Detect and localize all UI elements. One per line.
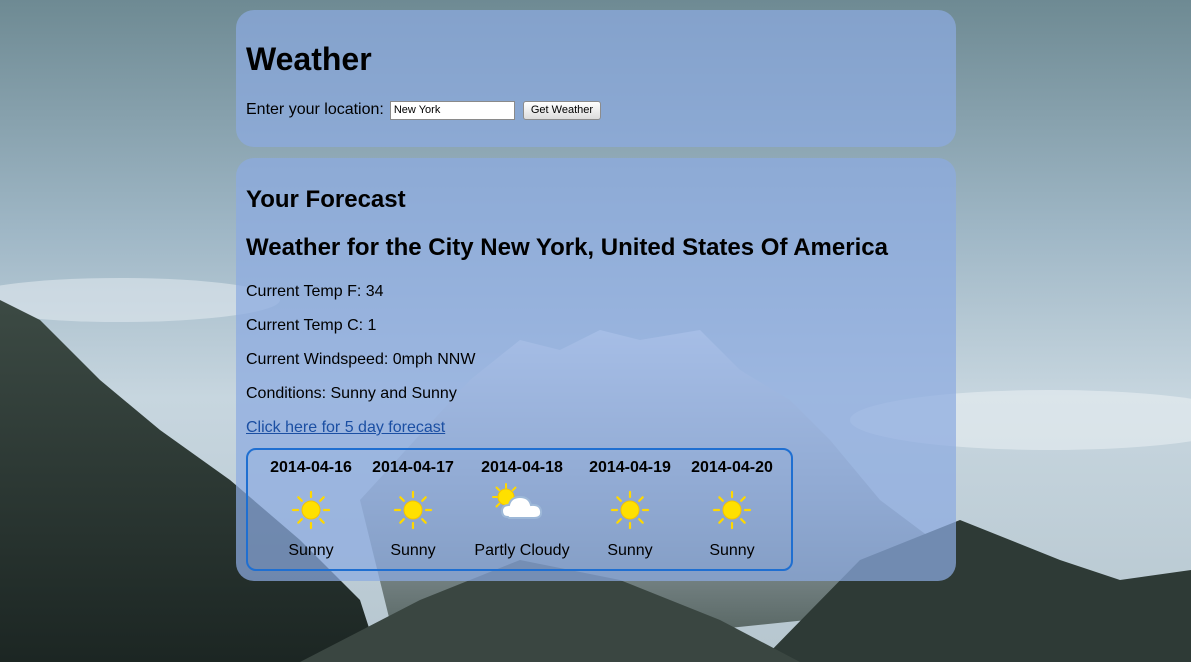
day-date: 2014-04-17 — [372, 459, 454, 476]
search-panel: Weather Enter your location: Get Weather — [236, 10, 956, 147]
forecast-day: 2014-04-16 Sunny — [256, 450, 366, 569]
sun-icon — [291, 490, 331, 530]
current-temp-c: Current Temp C: 1 — [246, 317, 377, 334]
day-date: 2014-04-19 — [589, 459, 671, 476]
current-windspeed: Current Windspeed: 0mph NNW — [246, 351, 476, 368]
sun-icon — [393, 490, 433, 530]
partly-cloudy-icon — [492, 483, 543, 519]
day-condition: Sunny — [288, 542, 334, 559]
forecast-day: 2014-04-17 Sunny — [358, 450, 468, 569]
five-day-forecast-box: 2014-04-16 Sunny 2014-04-17 Sunny 2014-0… — [246, 448, 793, 571]
get-weather-button[interactable]: Get Weather — [522, 100, 602, 120]
forecast-heading: Your Forecast — [246, 186, 406, 213]
day-date: 2014-04-16 — [270, 459, 352, 476]
forecast-day: 2014-04-19 Sunny — [575, 450, 685, 569]
city-heading: Weather for the City New York, United St… — [246, 234, 888, 261]
sun-icon — [712, 490, 752, 530]
current-temp-f: Current Temp F: 34 — [246, 283, 384, 300]
day-condition: Sunny — [390, 542, 436, 559]
location-input[interactable] — [389, 100, 515, 120]
day-date: 2014-04-18 — [481, 459, 563, 476]
location-row: Enter your location: Get Weather — [246, 99, 602, 121]
day-condition: Partly Cloudy — [474, 542, 570, 559]
forecast-panel: Your Forecast Weather for the City New Y… — [236, 158, 956, 581]
day-condition: Sunny — [709, 542, 755, 559]
forecast-day: 2014-04-18 Partly Cloudy — [467, 450, 577, 569]
day-date: 2014-04-20 — [691, 459, 773, 476]
day-condition: Sunny — [607, 542, 653, 559]
location-label: Enter your location: — [246, 101, 384, 118]
page-title: Weather — [246, 41, 372, 77]
current-conditions: Conditions: Sunny and Sunny — [246, 385, 457, 402]
forecast-day: 2014-04-20 Sunny — [677, 450, 787, 569]
five-day-forecast-link[interactable]: Click here for 5 day forecast — [246, 418, 445, 438]
sun-icon — [610, 490, 650, 530]
